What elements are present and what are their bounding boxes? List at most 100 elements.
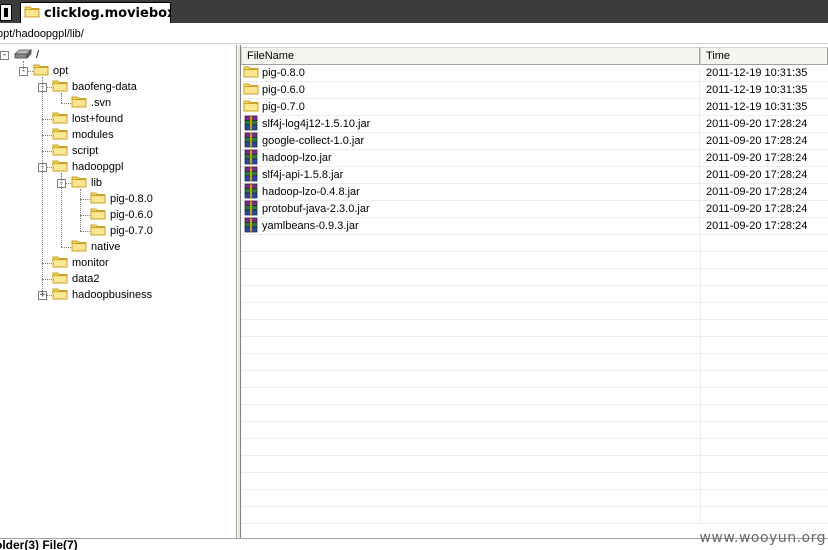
- path-input[interactable]: [0, 26, 817, 41]
- table-row[interactable]: protobuf-java-2.3.0.jar 2011-09-20 17:28:…: [241, 200, 828, 218]
- file-time: 2011-12-19 10:31:35: [706, 101, 808, 113]
- table-row[interactable]: google-collect-1.0.jar 2011-09-20 17:28:2…: [241, 132, 828, 150]
- tree-node[interactable]: hadoopbusiness: [52, 287, 152, 303]
- tree-node-label: /: [36, 49, 40, 61]
- empty-row: [241, 354, 828, 371]
- file-time: 2011-09-20 17:28:24: [706, 135, 808, 147]
- folder-icon: [71, 95, 87, 111]
- tree-node[interactable]: lost+found: [52, 111, 123, 127]
- tree-node-label: pig-0.6.0: [110, 209, 153, 221]
- archive-icon: [243, 217, 259, 236]
- filename-cell: hadoop-lzo.jar: [241, 149, 700, 167]
- tree-connector: [42, 77, 43, 295]
- file-time: 2011-09-20 17:28:24: [706, 220, 808, 232]
- table-row[interactable]: pig-0.7.0 2011-12-19 10:31:35: [241, 98, 828, 116]
- tree-node[interactable]: baofeng-data: [52, 79, 137, 95]
- empty-row: [241, 422, 828, 439]
- status-text: older(3) File(7): [0, 538, 78, 550]
- column-header-time[interactable]: Time: [700, 47, 828, 65]
- filename-cell: yamlbeans-0.9.3.jar: [241, 217, 700, 236]
- previous-tab-button[interactable]: [0, 4, 12, 21]
- file-time: 2011-09-20 17:28:24: [706, 152, 808, 164]
- file-name: hadoop-lzo.jar: [262, 152, 332, 164]
- file-time: 2011-09-20 17:28:24: [706, 169, 808, 181]
- folder-icon: [71, 239, 87, 255]
- tree-node[interactable]: .svn: [71, 95, 111, 111]
- file-rows: pig-0.8.0 2011-12-19 10:31:35 pig-0.6.0 201…: [241, 64, 828, 524]
- folder-icon: [52, 143, 68, 159]
- folder-icon: [52, 255, 68, 271]
- tree-node-label: data2: [72, 273, 100, 285]
- tree-node-label: hadoopbusiness: [72, 289, 153, 301]
- filename-cell: pig-0.7.0: [241, 98, 700, 116]
- table-row[interactable]: pig-0.6.0 2011-12-19 10:31:35: [241, 81, 828, 99]
- tree-connector: [23, 61, 24, 71]
- table-row[interactable]: pig-0.8.0 2011-12-19 10:31:35: [241, 64, 828, 82]
- tree-connector: [61, 173, 62, 247]
- tab-title: clicklog.moviebox...: [44, 5, 170, 21]
- tree-node[interactable]: script: [52, 143, 98, 159]
- empty-row: [241, 456, 828, 473]
- tree-node-label: baofeng-data: [72, 81, 137, 93]
- collapse-toggle[interactable]: -: [0, 51, 9, 60]
- tree-node-label: script: [72, 145, 99, 157]
- folder-icon: [243, 82, 259, 98]
- file-name: google-collect-1.0.jar: [262, 135, 365, 147]
- folder-icon: [52, 159, 68, 175]
- path-bar: [0, 23, 828, 44]
- tab-clicklog[interactable]: clicklog.moviebox...: [20, 2, 171, 23]
- empty-row: [241, 286, 828, 303]
- tree-node[interactable]: modules: [52, 127, 114, 143]
- table-row[interactable]: hadoop-lzo.jar 2011-09-20 17:28:24: [241, 149, 828, 167]
- tree-node-label: monitor: [72, 257, 109, 269]
- tree-node[interactable]: opt: [33, 63, 68, 79]
- file-name: slf4j-api-1.5.8.jar: [262, 169, 344, 181]
- empty-row: [241, 371, 828, 388]
- empty-row: [241, 473, 828, 490]
- file-list: FileName Time pig-0.8.0 2011-12-19 10:31:…: [241, 45, 828, 538]
- folder-icon: [24, 5, 40, 21]
- empty-row: [241, 490, 828, 507]
- tree-node[interactable]: data2: [52, 271, 100, 287]
- tree-node-label: modules: [72, 129, 114, 141]
- list-header: FileName Time: [241, 47, 828, 65]
- folder-icon: [243, 99, 259, 115]
- tree-node[interactable]: pig-0.8.0: [90, 191, 153, 207]
- empty-row: [241, 507, 828, 524]
- tree-node[interactable]: /: [14, 47, 39, 63]
- tree-node-label: lost+found: [72, 113, 124, 125]
- column-header-filename[interactable]: FileName: [241, 47, 700, 65]
- tree-node-label: pig-0.8.0: [110, 193, 153, 205]
- file-time: 2011-12-19 10:31:35: [706, 84, 808, 96]
- watermark: www.wooyun.org: [699, 530, 826, 546]
- tree-node-label: hadoopgpl: [72, 161, 124, 173]
- tree-node[interactable]: lib: [71, 175, 102, 191]
- tree-connector: [61, 93, 62, 103]
- table-row[interactable]: slf4j-api-1.5.8.jar 2011-09-20 17:28:24: [241, 166, 828, 184]
- empty-row: [241, 303, 828, 320]
- folder-icon: [90, 191, 106, 207]
- table-row[interactable]: slf4j-log4j12-1.5.10.jar 2011-09-20 17:28…: [241, 115, 828, 133]
- folder-icon: [52, 79, 68, 95]
- table-row[interactable]: yamlbeans-0.9.3.jar 2011-09-20 17:28:24: [241, 217, 828, 236]
- folder-icon: [90, 223, 106, 239]
- file-time: 2011-12-19 10:31:35: [706, 67, 808, 79]
- tree-node[interactable]: monitor: [52, 255, 109, 271]
- file-name: hadoop-lzo-0.4.8.jar: [262, 186, 360, 198]
- folder-icon: [33, 63, 49, 79]
- empty-row: [241, 235, 828, 252]
- tree-node[interactable]: hadoopgpl: [52, 159, 123, 175]
- folder-icon: [52, 271, 68, 287]
- file-name: slf4j-log4j12-1.5.10.jar: [262, 118, 371, 130]
- empty-row: [241, 439, 828, 456]
- tree-node[interactable]: native: [71, 239, 120, 255]
- table-row[interactable]: hadoop-lzo-0.4.8.jar 2011-09-20 17:28:24: [241, 183, 828, 201]
- file-name: yamlbeans-0.9.3.jar: [262, 220, 359, 232]
- tree-node[interactable]: pig-0.7.0: [90, 223, 153, 239]
- empty-row: [241, 388, 828, 405]
- tree-node-label: native: [91, 241, 121, 253]
- filename-cell: google-collect-1.0.jar: [241, 132, 700, 150]
- filename-cell: protobuf-java-2.3.0.jar: [241, 200, 700, 218]
- filename-cell: pig-0.6.0: [241, 81, 700, 99]
- tree-node[interactable]: pig-0.6.0: [90, 207, 153, 223]
